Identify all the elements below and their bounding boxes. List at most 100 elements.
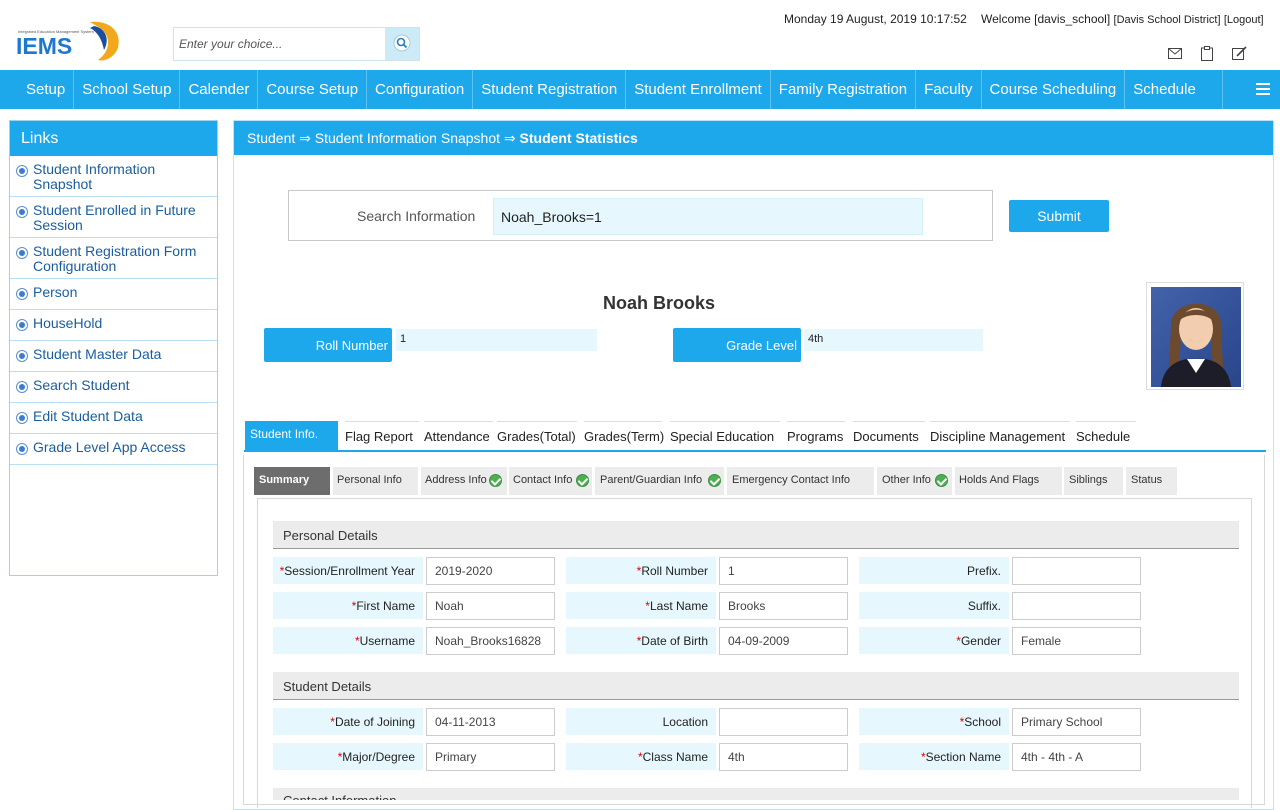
major-degree-value: Primary: [426, 743, 555, 771]
sidebar-item-person[interactable]: Person: [10, 279, 217, 310]
sidebar-item-edit-student-data[interactable]: Edit Student Data: [10, 403, 217, 434]
subtab-contact-info[interactable]: Contact Info: [509, 467, 592, 495]
nav-setup[interactable]: Setup: [0, 70, 75, 109]
iems-logo[interactable]: IEMS Integrated Education Management Sys…: [14, 18, 126, 64]
session-value: 2019-2020: [426, 557, 555, 585]
edit-icon[interactable]: [1230, 44, 1248, 62]
logout-link[interactable]: [Logout]: [1224, 14, 1264, 26]
location-label: Location: [566, 708, 716, 735]
mail-icon[interactable]: [1166, 44, 1184, 62]
svg-text:IEMS: IEMS: [16, 33, 72, 59]
student-tabs: Student Info. Flag Report Attendance Gra…: [244, 420, 1266, 452]
subtab-address-info[interactable]: Address Info: [421, 467, 507, 495]
nav-family-registration[interactable]: Family Registration: [771, 70, 917, 109]
tab-attendance[interactable]: Attendance: [424, 421, 493, 450]
sidebar-item-student-information-snapshot[interactable]: Student Information Snapshot: [10, 156, 217, 197]
tab-documents[interactable]: Documents: [853, 421, 925, 450]
sidebar-item-student-enrolled-future[interactable]: Student Enrolled in Future Session: [10, 197, 217, 238]
bullet-icon: [16, 288, 28, 300]
tab-grades-term[interactable]: Grades(Term): [584, 421, 664, 450]
suffix-value: [1012, 592, 1141, 620]
check-icon: [489, 474, 502, 487]
contact-information-heading: Contact Information: [273, 788, 1239, 800]
roll-number-label: Roll Number: [264, 328, 392, 362]
date-of-birth-label: *Date of Birth: [566, 627, 716, 654]
sidebar-item-student-master-data[interactable]: Student Master Data: [10, 341, 217, 372]
submit-button[interactable]: Submit: [1009, 200, 1109, 232]
tab-grades-total[interactable]: Grades(Total): [497, 421, 577, 450]
breadcrumb: Student ⇒ Student Information Snapshot ⇒…: [234, 121, 1273, 155]
subtab-personal-info[interactable]: Personal Info: [333, 467, 418, 495]
sidebar-item-household[interactable]: HouseHold: [10, 310, 217, 341]
nav-student-registration[interactable]: Student Registration: [473, 70, 627, 109]
sidebar-item-search-student[interactable]: Search Student: [10, 372, 217, 403]
grade-level-label: Grade Level: [673, 328, 801, 362]
check-icon: [576, 474, 589, 487]
sidebar-item-grade-level-app-access[interactable]: Grade Level App Access: [10, 434, 217, 465]
last-name-value: Brooks: [719, 592, 848, 620]
tab-schedule[interactable]: Schedule: [1076, 421, 1136, 450]
tab-special-education[interactable]: Special Education: [670, 421, 780, 450]
roll-number-field-value: 1: [719, 557, 848, 585]
nav-student-enrollment[interactable]: Student Enrollment: [626, 70, 771, 109]
links-sidebar: Links Student Information Snapshot Stude…: [9, 120, 218, 576]
breadcrumb-separator-icon: ⇒: [299, 130, 311, 146]
nav-course-setup[interactable]: Course Setup: [258, 70, 368, 109]
district-link[interactable]: [Davis School District]: [1114, 14, 1221, 26]
global-search-button[interactable]: [385, 28, 419, 60]
breadcrumb-snapshot[interactable]: Student Information Snapshot: [315, 130, 500, 146]
nav-calender[interactable]: Calender: [180, 70, 259, 109]
student-name: Noah Brooks: [602, 293, 716, 313]
current-datetime: Monday 19 August, 2019 10:17:52: [784, 12, 967, 26]
nav-course-scheduling[interactable]: Course Scheduling: [982, 70, 1126, 109]
hamburger-menu-icon[interactable]: [1256, 80, 1270, 98]
first-name-value: Noah: [426, 592, 555, 620]
nav-configuration[interactable]: Configuration: [367, 70, 474, 109]
search-information-box: Search Information: [288, 190, 993, 241]
gender-label: *Gender: [859, 627, 1009, 654]
subtab-parent-guardian-info[interactable]: Parent/Guardian Info: [595, 467, 724, 495]
tab-flag-report[interactable]: Flag Report: [345, 421, 419, 450]
bullet-icon: [16, 381, 28, 393]
subtab-summary[interactable]: Summary: [254, 467, 330, 495]
global-search-input[interactable]: [174, 28, 386, 60]
subtab-siblings[interactable]: Siblings: [1064, 467, 1123, 495]
nav-school-setup[interactable]: School Setup: [74, 70, 181, 109]
clipboard-icon[interactable]: [1198, 44, 1216, 62]
breadcrumb-separator-icon: ⇒: [503, 130, 516, 146]
student-photo: [1146, 282, 1244, 390]
username-label: *Username: [273, 627, 423, 654]
tab-discipline-management[interactable]: Discipline Management: [930, 421, 1070, 450]
nav-faculty[interactable]: Faculty: [916, 70, 982, 109]
bullet-icon: [16, 350, 28, 362]
location-value: [719, 708, 848, 736]
nav-schedule[interactable]: Schedule: [1125, 70, 1223, 109]
roll-number-field-label: *Roll Number: [566, 557, 716, 584]
bullet-icon: [16, 165, 28, 177]
search-information-label: Search Information: [357, 208, 476, 224]
first-name-label: *First Name: [273, 592, 423, 619]
date-of-birth-value: 04-09-2009: [719, 627, 848, 655]
bullet-icon: [16, 206, 28, 218]
prefix-value: [1012, 557, 1141, 585]
username-value: Noah_Brooks16828: [426, 627, 555, 655]
subtab-emergency-contact-info[interactable]: Emergency Contact Info: [727, 467, 874, 495]
class-name-label: *Class Name: [566, 743, 716, 770]
tab-programs[interactable]: Programs: [787, 421, 845, 450]
welcome-text: Welcome: [981, 12, 1031, 26]
class-name-value: 4th: [719, 743, 848, 771]
bullet-icon: [16, 443, 28, 455]
breadcrumb-current: Student Statistics: [519, 130, 638, 146]
subtab-other-info[interactable]: Other Info: [877, 467, 952, 495]
sidebar-item-registration-form-config[interactable]: Student Registration Form Configuration: [10, 238, 217, 279]
welcome-area: Welcome [davis_school] [Davis School Dis…: [981, 12, 1264, 26]
global-search: [173, 27, 420, 61]
session-label: *Session/Enrollment Year: [273, 557, 423, 584]
username-link[interactable]: [davis_school]: [1034, 12, 1110, 26]
subtab-status[interactable]: Status: [1126, 467, 1177, 495]
subtab-holds-and-flags[interactable]: Holds And Flags: [955, 467, 1062, 495]
search-information-input[interactable]: [493, 198, 923, 235]
tab-student-info[interactable]: Student Info.: [245, 421, 338, 450]
section-name-label: *Section Name: [859, 743, 1009, 770]
breadcrumb-student[interactable]: Student: [247, 130, 295, 146]
